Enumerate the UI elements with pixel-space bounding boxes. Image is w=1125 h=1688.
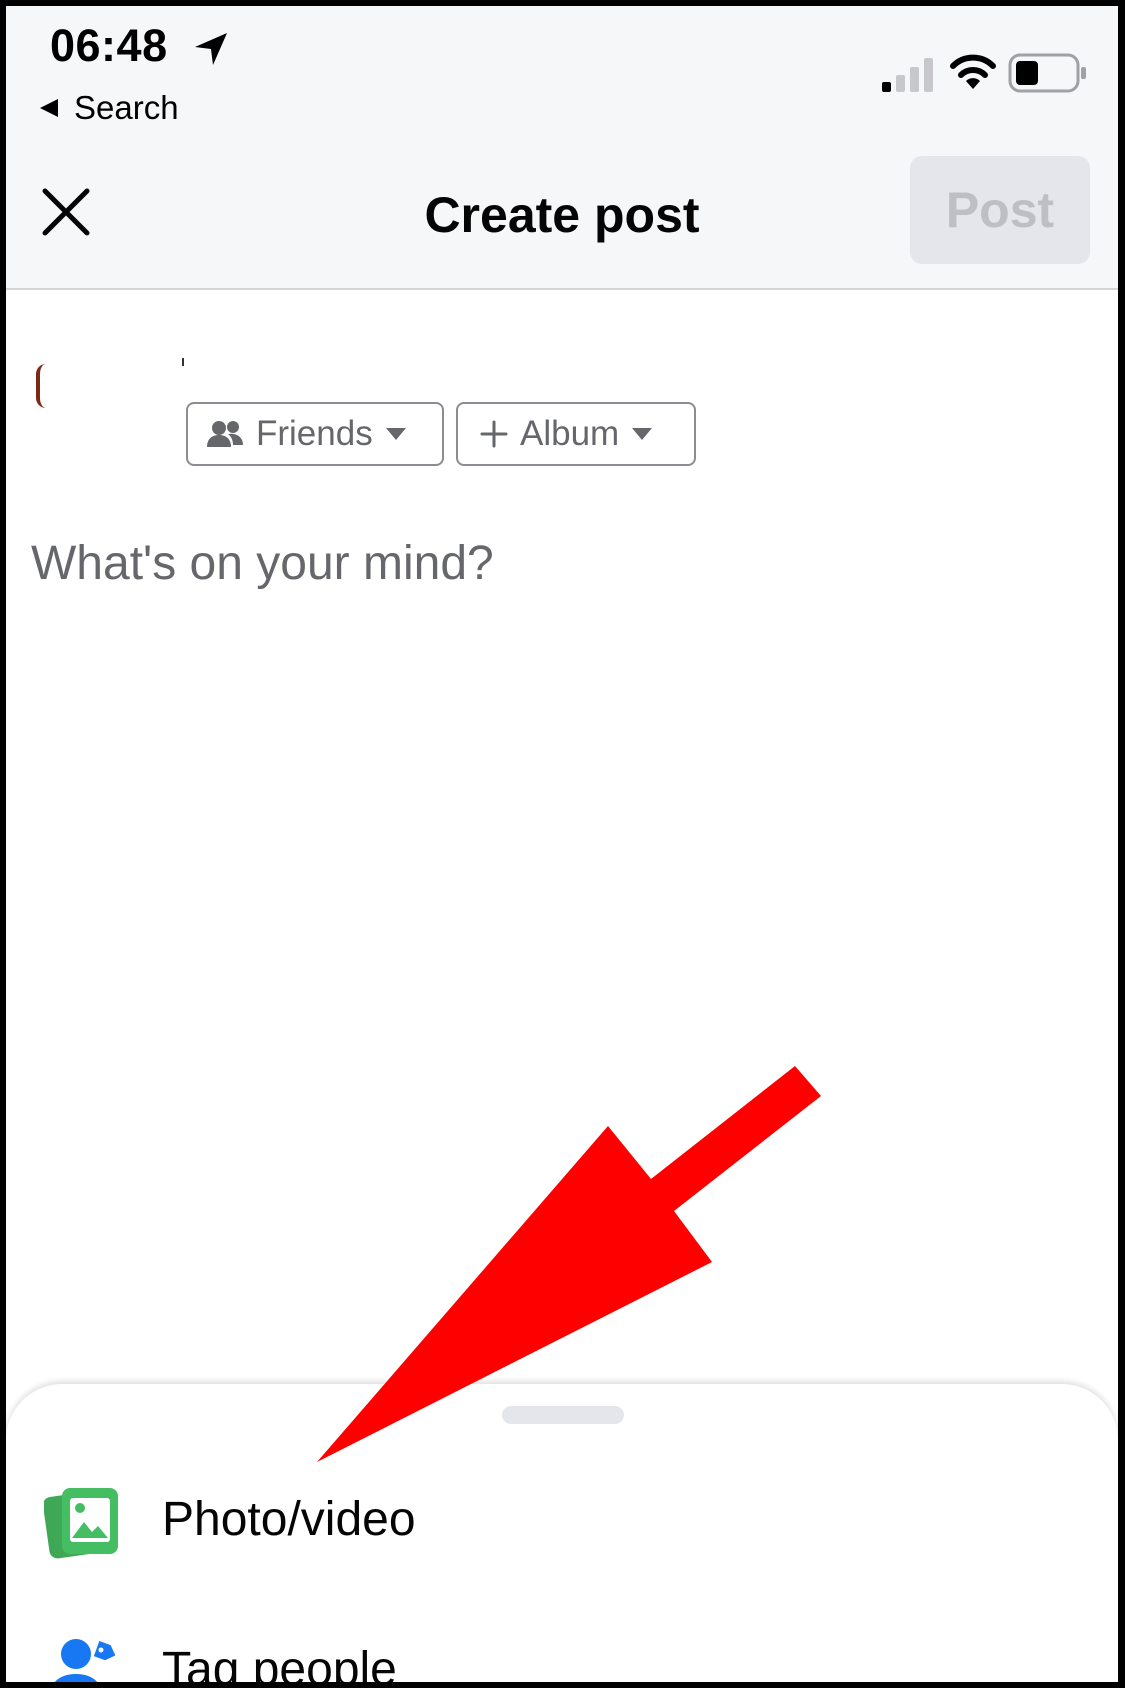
photo-video-label: Photo/video — [162, 1493, 416, 1546]
user-name — [182, 358, 184, 366]
chevron-down-icon — [632, 428, 653, 440]
photo-video-option[interactable]: Photo/video — [6, 1474, 1118, 1584]
status-time: 06:48 — [50, 20, 168, 71]
back-label: Search — [74, 89, 179, 126]
post-button[interactable]: Post — [910, 156, 1090, 264]
location-arrow-icon — [195, 33, 227, 65]
attachment-sheet: Photo/video Tag people — [6, 1384, 1118, 1682]
post-text-input[interactable]: What's on your mind? — [31, 536, 494, 591]
album-label: Album — [520, 414, 620, 453]
audience-selector[interactable]: Friends — [186, 402, 444, 466]
back-to-search[interactable]: Search — [38, 88, 179, 128]
wifi-icon — [950, 54, 996, 89]
photo-video-icon — [44, 1488, 118, 1559]
back-triangle-icon — [40, 99, 58, 117]
tag-people-option[interactable]: Tag people — [6, 1624, 1118, 1682]
cellular-signal-icon — [882, 58, 933, 92]
battery-icon — [1008, 53, 1086, 93]
album-selector[interactable]: Album — [456, 402, 696, 466]
friends-icon — [207, 421, 243, 447]
chevron-down-icon — [385, 428, 406, 440]
audience-label: Friends — [256, 414, 373, 453]
avatar — [36, 364, 46, 408]
top-bar: 06:48 Search Create post Post — [6, 6, 1118, 290]
sheet-drag-handle[interactable] — [502, 1406, 624, 1424]
tag-people-icon — [54, 1639, 116, 1682]
tag-people-label: Tag people — [162, 1643, 397, 1682]
screen: 06:48 Search Create post Post Friends Al… — [6, 6, 1118, 1682]
plus-icon — [480, 420, 508, 448]
